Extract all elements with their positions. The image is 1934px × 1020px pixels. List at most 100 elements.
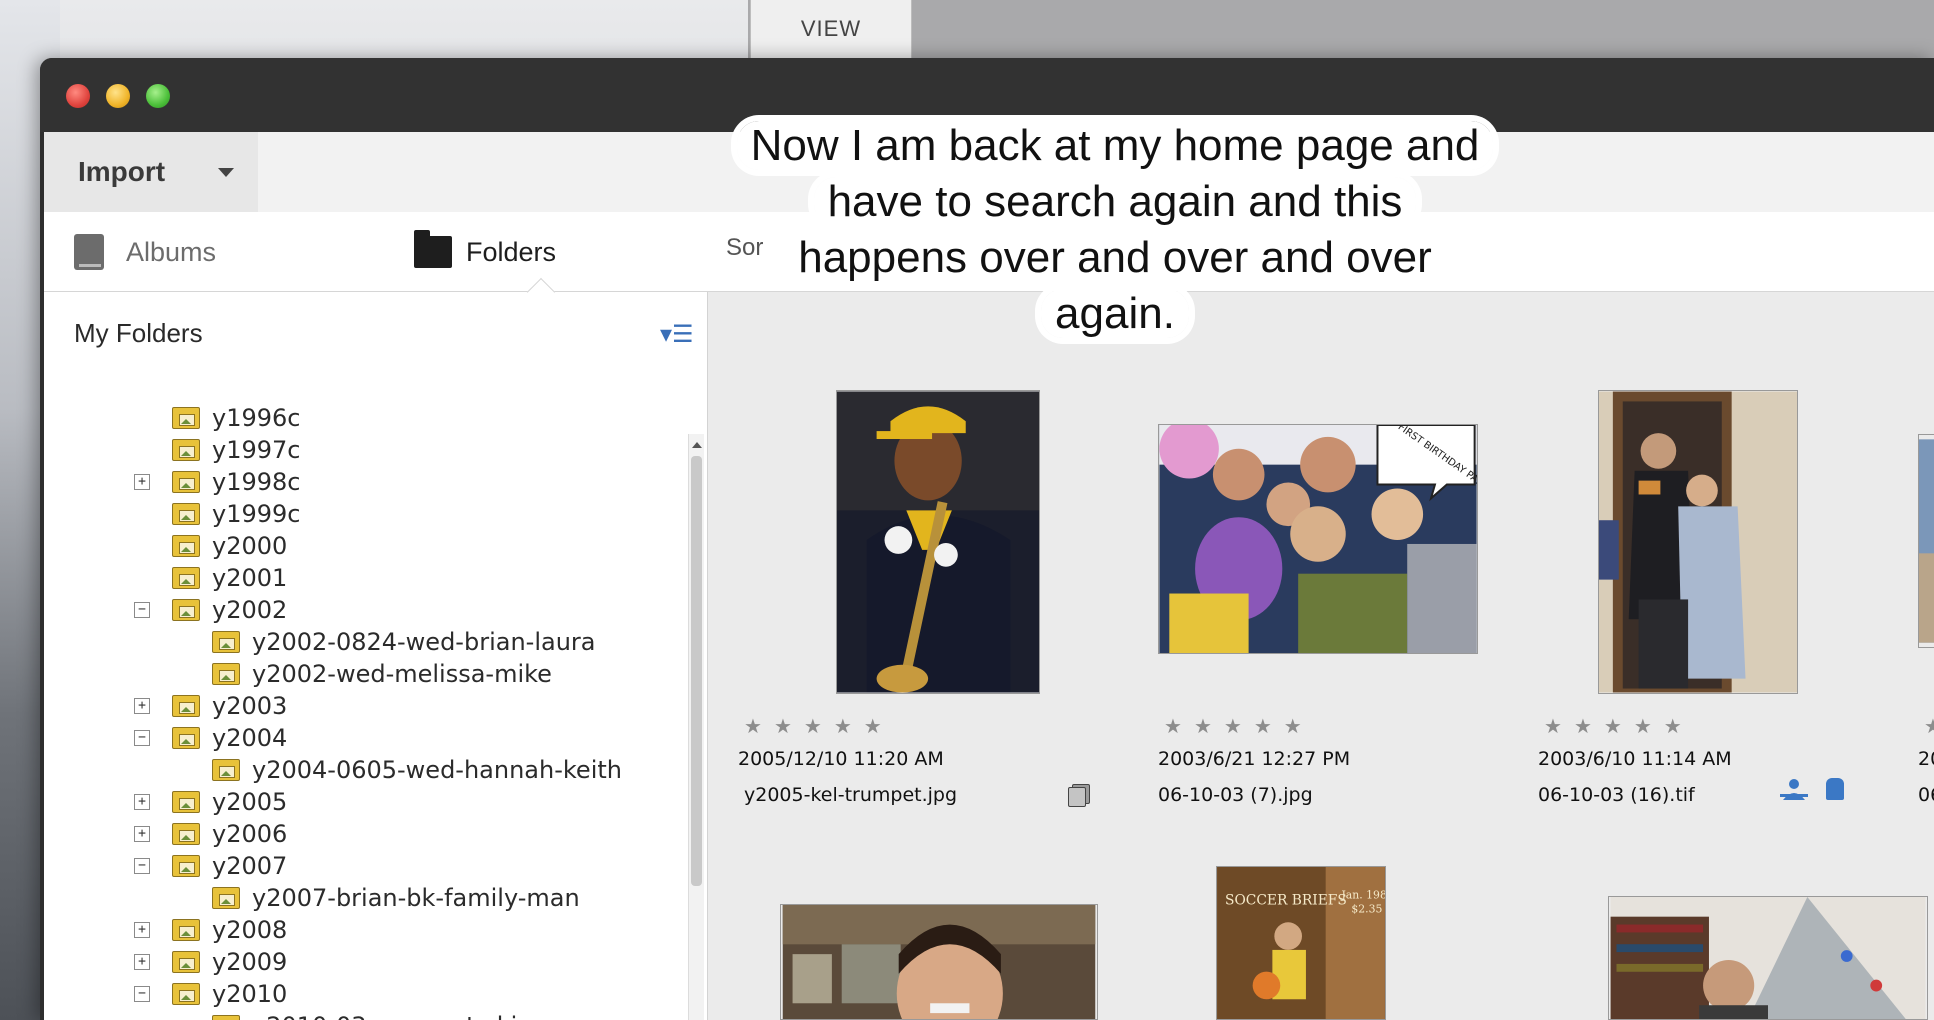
section-title: My Folders (74, 318, 203, 348)
close-window-button[interactable] (66, 84, 90, 108)
collapse-icon[interactable]: − (134, 986, 150, 1002)
rating-stars[interactable]: ★ ★ ★ ★ ★ (1544, 714, 1682, 738)
callout-line: happens over and over and over (784, 233, 1446, 282)
folder-row[interactable]: y2002-wed-melissa-mike (212, 658, 552, 690)
folder-image-icon (172, 695, 200, 717)
person-icon[interactable] (1780, 778, 1808, 800)
expand-icon[interactable]: + (134, 794, 150, 810)
folder-row[interactable]: − y2010 (134, 978, 287, 1010)
photo-filename: 06-10-03 (7).jpg (1158, 784, 1313, 806)
folder-name: y2007-brian-bk-family-man (252, 884, 580, 912)
folder-image-icon (212, 759, 240, 781)
expand-icon[interactable]: + (134, 474, 150, 490)
folder-row[interactable]: y2007-brian-bk-family-man (212, 882, 580, 914)
rating-stars[interactable]: ★★ (1924, 714, 1934, 738)
folder-row[interactable]: y2000 (172, 530, 287, 562)
folder-name: y1999c (212, 500, 301, 528)
photo-thumbnail[interactable] (1608, 896, 1928, 1020)
photo-thumbnail[interactable] (780, 904, 1098, 1020)
folder-row[interactable]: + y2005 (134, 786, 288, 818)
import-button[interactable]: Import (44, 132, 258, 212)
folder-row[interactable]: − y2004 (134, 722, 288, 754)
stack-icon[interactable] (1068, 784, 1090, 807)
folder-name: y2002-wed-melissa-mike (252, 660, 552, 688)
folder-row[interactable]: − y2007 (134, 850, 288, 882)
folder-row[interactable]: y2004-0605-wed-hannah-keith (212, 754, 622, 786)
folder-image-icon (172, 823, 200, 845)
zoom-window-button[interactable] (146, 84, 170, 108)
view-tab[interactable]: VIEW (750, 0, 912, 58)
tab-albums[interactable]: Albums (74, 212, 216, 292)
photo-thumbnail[interactable] (836, 390, 1040, 694)
folder-name: y1996c (212, 404, 301, 432)
folder-row[interactable]: − y2002 (134, 594, 288, 626)
collapse-icon[interactable]: − (134, 730, 150, 746)
folder-image-icon (172, 727, 200, 749)
folder-row[interactable]: y1997c (172, 434, 300, 466)
folder-name: y2003 (212, 692, 288, 720)
photo-date: 2003/6/21 12:27 PM (1158, 748, 1351, 770)
photo-date: 2005/12/10 11:20 AM (738, 748, 944, 770)
photo-date: 2003/ (1918, 748, 1934, 770)
photo-thumbnail[interactable] (1918, 434, 1934, 648)
folder-row[interactable]: y1996c (172, 402, 300, 434)
expand-icon[interactable]: + (134, 922, 150, 938)
photo-thumbnail[interactable]: SOCCER BRIEFS Jan. 1988 $2.35 (1216, 866, 1386, 1020)
folder-icon (414, 230, 452, 268)
photo-thumbnail[interactable]: IT'S MY FIRST BIRTHDAY PARTY. (1158, 424, 1478, 654)
collapse-icon[interactable]: − (134, 858, 150, 874)
scroll-up-arrow-icon[interactable] (692, 442, 702, 448)
minimize-window-button[interactable] (106, 84, 130, 108)
magazine-issue: Jan. 1988 (1340, 889, 1386, 902)
photo-filename: 06-10-03 (16).tif (1538, 784, 1695, 806)
folder-name: y2004-0605-wed-hannah-keith (252, 756, 622, 784)
folder-row[interactable]: y2010-03-vermont-ski (212, 1010, 517, 1020)
folder-image-icon (172, 471, 200, 493)
folder-image-icon (212, 1015, 240, 1020)
folder-row[interactable]: y1999c (172, 498, 300, 530)
folder-name: y2008 (212, 916, 288, 944)
folder-name: y1998c (212, 468, 301, 496)
rating-stars[interactable]: ★ ★ ★ ★ ★ (744, 714, 882, 738)
folder-image-icon (172, 855, 200, 877)
background-window-bar (748, 0, 1934, 58)
rating-stars[interactable]: ★ ★ ★ ★ ★ (1164, 714, 1302, 738)
sort-options-icon[interactable]: ▾☰ (660, 320, 694, 348)
folder-row[interactable]: + y1998c (134, 466, 301, 498)
callout-line: Now I am back at my home page and (736, 121, 1494, 170)
folder-name: y2000 (212, 532, 288, 560)
annotation-callout: Now I am back at my home page and have t… (715, 118, 1515, 342)
folder-name: y2002-0824-wed-brian-laura (252, 628, 596, 656)
folder-row[interactable]: y2002-0824-wed-brian-laura (212, 626, 595, 658)
folder-image-icon (172, 951, 200, 973)
scrollbar-thumb[interactable] (691, 456, 702, 886)
folder-row[interactable]: + y2008 (134, 914, 288, 946)
expand-icon[interactable]: + (134, 698, 150, 714)
folder-image-icon (172, 983, 200, 1005)
tag-icon[interactable] (1826, 778, 1844, 800)
expand-icon[interactable]: + (134, 954, 150, 970)
folder-name: y2005 (212, 788, 288, 816)
folder-row[interactable]: + y2009 (134, 946, 287, 978)
folder-name: y2002 (212, 596, 288, 624)
magazine-price: $2.35 (1351, 902, 1382, 915)
folder-image-icon (172, 535, 200, 557)
folder-panel: Albums Folders My Folders ▾☰ y1996c y1997… (44, 212, 708, 1020)
magazine-title: SOCCER BRIEFS (1225, 893, 1347, 909)
folder-image-icon (172, 407, 200, 429)
tab-folders[interactable]: Folders (414, 212, 556, 292)
chevron-down-icon (218, 168, 234, 177)
collapse-icon[interactable]: − (134, 602, 150, 618)
folder-name: y2007 (212, 852, 288, 880)
folder-row[interactable]: + y2003 (134, 690, 288, 722)
folder-name: y2004 (212, 724, 288, 752)
photo-filename: y2005-kel-trumpet.jpg (744, 784, 958, 806)
folder-image-icon (172, 503, 200, 525)
photo-thumbnail[interactable] (1598, 390, 1798, 694)
tab-albums-label: Albums (126, 236, 217, 267)
folder-scrollbar[interactable] (688, 434, 704, 1020)
folder-row[interactable]: + y2006 (134, 818, 287, 850)
expand-icon[interactable]: + (134, 826, 150, 842)
folder-image-icon (212, 887, 240, 909)
folder-row[interactable]: y2001 (172, 562, 287, 594)
